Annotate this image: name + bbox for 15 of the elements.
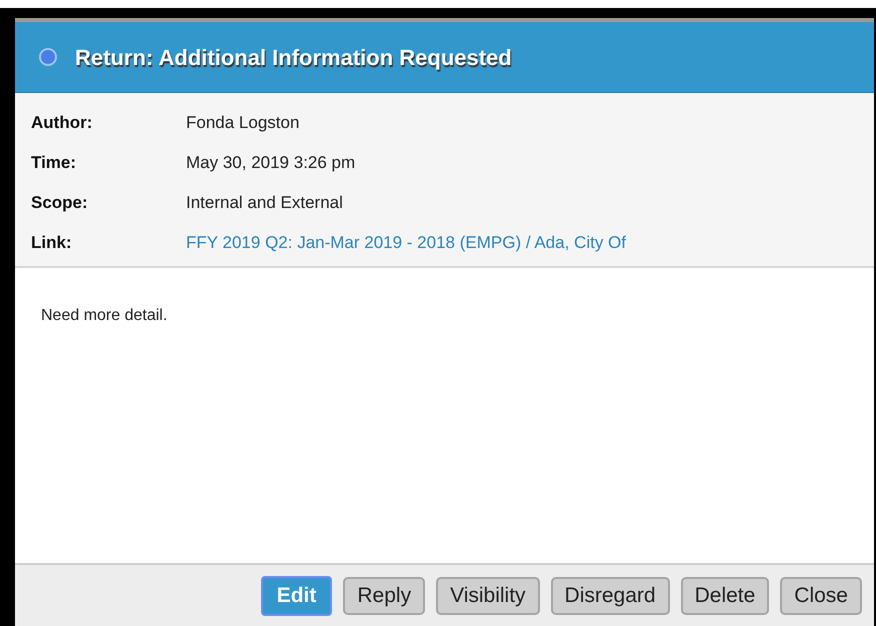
detail-link[interactable]: FFY 2019 Q2: Jan-Mar 2019 - 2018 (EMPG) / Ada, City Of xyxy=(186,232,626,254)
dialog-button[interactable]: Delete xyxy=(680,576,770,614)
detail-value: May 30, 2019 3:26 pm xyxy=(186,152,356,174)
dialog-button[interactable]: Close xyxy=(780,576,862,614)
dialog-title: Return: Additional Information Requested xyxy=(75,44,512,72)
detail-label: Scope: xyxy=(31,192,89,214)
dialog-button[interactable]: Visibility xyxy=(436,576,540,614)
detail-value: Internal and External xyxy=(186,192,343,214)
detail-label: Link: xyxy=(31,232,73,254)
detail-label: Time: xyxy=(31,152,78,174)
dialog-button[interactable]: Disregard xyxy=(550,576,670,614)
message-text: Need more detail. xyxy=(41,306,168,326)
detail-value: Fonda Logston xyxy=(186,112,300,134)
dialog-button[interactable]: Reply xyxy=(343,576,426,614)
detail-label: Author: xyxy=(31,112,94,134)
